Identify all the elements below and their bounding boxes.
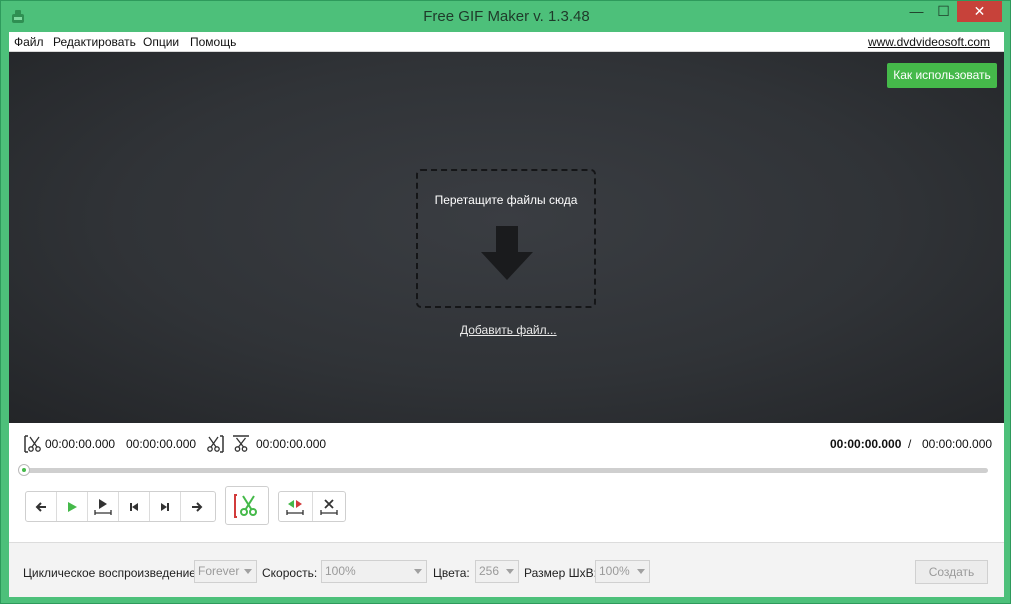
create-button[interactable]: Создать xyxy=(915,560,988,584)
arrow-right-icon xyxy=(191,501,202,512)
segment-controls xyxy=(278,491,346,522)
settings-bar: Циклическое воспроизведение: Forever Ско… xyxy=(9,542,1004,597)
split-arrows-icon xyxy=(286,499,304,515)
time-separator: / xyxy=(908,437,912,451)
split-button[interactable] xyxy=(279,492,313,521)
title-bar[interactable]: Free GIF Maker v. 1.3.48 — ☐ ✕ xyxy=(1,1,1011,32)
arrow-left-icon xyxy=(35,501,46,512)
window-title: Free GIF Maker v. 1.3.48 xyxy=(423,8,590,25)
current-time: 00:00:00.000 xyxy=(830,437,902,451)
menu-help[interactable]: Помощь xyxy=(190,35,236,49)
how-to-use-button[interactable]: Как использовать xyxy=(887,63,997,88)
size-value: 100% xyxy=(599,564,630,578)
loop-select[interactable]: Forever xyxy=(194,560,257,583)
colors-label: Цвета: xyxy=(433,566,470,580)
play-icon xyxy=(68,501,77,512)
cut-button[interactable] xyxy=(225,486,269,525)
chevron-down-icon xyxy=(506,569,514,574)
menu-options[interactable]: Опции xyxy=(143,35,179,49)
play-selection-button[interactable] xyxy=(88,492,119,521)
timeline-panel: 00:00:00.000 00:00:00.000 00:00:00.000 0… xyxy=(9,423,1004,541)
play-button[interactable] xyxy=(57,492,88,521)
client-area: Файл Редактировать Опции Помощь www.dvdv… xyxy=(9,32,1004,597)
website-link[interactable]: www.dvdvideosoft.com xyxy=(868,35,990,49)
speed-select[interactable]: 100% xyxy=(321,560,427,583)
minimize-button[interactable]: — xyxy=(903,1,930,22)
chevron-down-icon xyxy=(244,569,252,574)
total-time: 00:00:00.000 xyxy=(922,437,993,451)
colors-select[interactable]: 256 xyxy=(475,560,519,583)
go-end-button[interactable] xyxy=(150,492,181,521)
cut-end-time: 00:00:00.000 xyxy=(126,437,197,451)
chevron-down-icon xyxy=(637,569,645,574)
speed-value: 100% xyxy=(325,564,356,578)
drop-zone-label: Перетащите файлы сюда xyxy=(434,193,578,207)
scissors-cut-icon xyxy=(234,493,257,518)
step-forward-button[interactable] xyxy=(181,492,212,521)
timeline-slider-thumb[interactable] xyxy=(18,464,30,476)
cut-end-icon[interactable] xyxy=(205,434,225,454)
playback-controls xyxy=(25,491,216,522)
close-button[interactable]: ✕ xyxy=(957,1,1002,22)
remove-segment-button[interactable] xyxy=(313,492,346,521)
cut-start-icon[interactable] xyxy=(23,434,43,454)
maximize-button[interactable]: ☐ xyxy=(930,1,957,22)
menu-file[interactable]: Файл xyxy=(14,35,44,49)
loop-value: Forever xyxy=(198,564,240,578)
remove-range-icon xyxy=(320,498,338,515)
cut-start-time: 00:00:00.000 xyxy=(45,437,116,451)
menu-edit[interactable]: Редактировать xyxy=(53,35,136,49)
arrow-down-icon xyxy=(481,226,533,280)
drop-zone[interactable]: Перетащите файлы сюда xyxy=(416,169,596,308)
preview-area[interactable]: Как использовать Перетащите файлы сюда Д… xyxy=(9,52,1004,423)
loop-label: Циклическое воспроизведение: xyxy=(23,566,200,580)
skip-end-icon xyxy=(161,502,169,511)
size-select[interactable]: 100% xyxy=(595,560,650,583)
cut-length-time: 00:00:00.000 xyxy=(256,437,327,451)
timeline-slider[interactable] xyxy=(21,468,988,473)
speed-label: Скорость: xyxy=(262,566,318,580)
step-back-button[interactable] xyxy=(26,492,57,521)
cut-length-icon xyxy=(233,435,249,452)
app-window: Free GIF Maker v. 1.3.48 — ☐ ✕ Файл Реда… xyxy=(0,0,1011,604)
play-range-icon xyxy=(94,498,112,515)
skip-start-icon xyxy=(130,502,138,511)
colors-value: 256 xyxy=(479,564,500,578)
size-label: Размер ШхВ: xyxy=(524,566,597,580)
menu-bar: Файл Редактировать Опции Помощь www.dvdv… xyxy=(9,32,1004,52)
add-file-link[interactable]: Добавить файл... xyxy=(460,323,557,337)
go-start-button[interactable] xyxy=(119,492,150,521)
chevron-down-icon xyxy=(414,569,422,574)
